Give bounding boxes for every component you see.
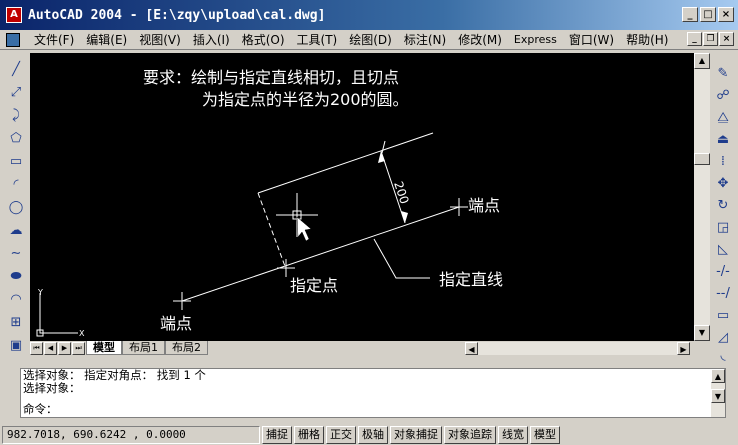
- grid-toggle[interactable]: 栅格: [294, 425, 324, 444]
- endpoint-top-label: 端点: [468, 196, 500, 215]
- window-title: AutoCAD 2004 - [E:\zqy\upload\cal.dwg]: [28, 7, 326, 23]
- doc-restore-button[interactable]: ❐: [703, 32, 718, 46]
- ucs-x-label: X: [79, 329, 85, 338]
- menu-modify[interactable]: 修改(M): [452, 30, 508, 50]
- autocad-app-icon[interactable]: A: [6, 7, 22, 23]
- make-block-icon[interactable]: ▣: [5, 336, 27, 356]
- rectangle-icon[interactable]: ▭: [5, 152, 27, 172]
- stretch-icon[interactable]: ◺: [712, 240, 734, 260]
- break-icon[interactable]: ▭: [712, 306, 734, 326]
- model-toggle[interactable]: 模型: [530, 425, 560, 444]
- command-window[interactable]: 选择对象： 指定对角点： 找到 1 个 选择对象： 命令： ▲ ▼: [20, 368, 726, 418]
- coordinate-readout[interactable]: 982.7018, 690.6242 , 0.0000: [2, 425, 260, 444]
- horizontal-scrollbar[interactable]: ◀ ▶: [465, 342, 690, 355]
- dimension-arrow-bottom: [401, 211, 408, 223]
- circle-icon[interactable]: ◯: [5, 198, 27, 218]
- tab-next-arrow-icon[interactable]: ▶: [58, 341, 71, 355]
- otrack-toggle[interactable]: 对象追踪: [444, 425, 496, 444]
- menu-tools[interactable]: 工具(T): [291, 30, 344, 50]
- menu-dimension[interactable]: 标注(N): [398, 30, 452, 50]
- polyline-icon[interactable]: ⤸: [5, 106, 27, 126]
- osnap-toggle[interactable]: 对象捕捉: [390, 425, 442, 444]
- menu-edit[interactable]: 编辑(E): [80, 30, 133, 50]
- chamfer-icon[interactable]: ◿: [712, 328, 734, 348]
- menu-file[interactable]: 文件(F): [28, 30, 80, 50]
- requirement-text-line2: 为指定点的半径为200的圆。: [202, 90, 409, 109]
- document-icon[interactable]: [6, 32, 20, 47]
- ellipse-icon[interactable]: ⬬: [5, 267, 27, 287]
- menu-bar: 文件(F) 编辑(E) 视图(V) 插入(I) 格式(O) 工具(T) 绘图(D…: [0, 30, 738, 50]
- tab-first-arrow-icon[interactable]: ⏮: [30, 341, 43, 355]
- trim-icon[interactable]: -/-: [712, 262, 734, 282]
- draw-toolbar: ╱ ⤢ ⤸ ⬠ ▭ ◜ ◯ ☁ ∼ ⬬ ◠ ⊞ ▣: [2, 56, 30, 356]
- tab-layout1[interactable]: 布局1: [122, 341, 165, 355]
- fillet-icon[interactable]: ◟: [712, 346, 734, 366]
- scale-icon[interactable]: ◲: [712, 218, 734, 238]
- move-icon[interactable]: ✥: [712, 174, 734, 194]
- ucs-icon: [39, 293, 78, 334]
- command-input[interactable]: 命令：: [21, 402, 641, 416]
- erase-icon[interactable]: ✎: [712, 64, 734, 84]
- offset-icon[interactable]: ⏏: [712, 130, 734, 150]
- leader-line: [373, 238, 430, 279]
- title-bar: A AutoCAD 2004 - [E:\zqy\upload\cal.dwg]…: [0, 0, 738, 30]
- revision-cloud-icon[interactable]: ☁: [5, 221, 27, 241]
- tab-prev-arrow-icon[interactable]: ◀: [44, 341, 57, 355]
- construction-line-icon[interactable]: ⤢: [5, 83, 27, 103]
- menu-view[interactable]: 视图(V): [133, 30, 187, 50]
- specified-point-label: 指定点: [290, 276, 338, 295]
- menu-format[interactable]: 格式(O): [236, 30, 291, 50]
- menu-insert[interactable]: 插入(I): [187, 30, 236, 50]
- menu-draw[interactable]: 绘图(D): [343, 30, 398, 50]
- menu-window[interactable]: 窗口(W): [563, 30, 620, 50]
- polygon-icon[interactable]: ⬠: [5, 129, 27, 149]
- copy-icon[interactable]: ☍: [712, 86, 734, 106]
- dimension-label: 200: [391, 180, 411, 206]
- status-bar: 982.7018, 690.6242 , 0.0000 捕捉 栅格 正交 极轴 …: [0, 424, 738, 445]
- command-scrollbar[interactable]: ▲ ▼: [711, 369, 725, 417]
- endpoint-bottom-label: 端点: [160, 314, 192, 333]
- extend-icon[interactable]: --/: [712, 284, 734, 304]
- ucs-y-label: Y: [37, 288, 43, 297]
- arc-icon[interactable]: ◜: [5, 175, 27, 195]
- mirror-icon[interactable]: ⧋: [712, 108, 734, 128]
- close-button[interactable]: ×: [718, 7, 734, 22]
- doc-minimize-button[interactable]: _: [687, 32, 702, 46]
- ortho-toggle[interactable]: 正交: [326, 425, 356, 444]
- command-history-line2: 选择对象：: [23, 381, 81, 395]
- window-controls: _ □ ×: [682, 7, 734, 22]
- spline-icon[interactable]: ∼: [5, 244, 27, 264]
- mouse-pointer-icon: [296, 216, 312, 242]
- specified-line-label: 指定直线: [439, 270, 503, 289]
- tab-layout2[interactable]: 布局2: [165, 341, 208, 355]
- dimension-ext-top: [381, 140, 386, 154]
- menu-express[interactable]: Express: [508, 30, 563, 50]
- insert-block-icon[interactable]: ⊞: [5, 313, 27, 333]
- line-icon[interactable]: ╱: [5, 60, 27, 80]
- polar-toggle[interactable]: 极轴: [358, 425, 388, 444]
- document-controls: _ ❐ ×: [687, 32, 734, 46]
- drawing-area[interactable]: 要求：绘制与指定直线相切，且切点 为指定点的半径为200的圆。 200 指定直线…: [30, 53, 694, 341]
- scroll-right-arrow-icon[interactable]: ▶: [677, 342, 690, 355]
- lineweight-toggle[interactable]: 线宽: [498, 425, 528, 444]
- rotate-icon[interactable]: ↻: [712, 196, 734, 216]
- ellipse-arc-icon[interactable]: ◠: [5, 290, 27, 310]
- command-history-line1: 选择对象： 指定对角点： 找到 1 个: [23, 368, 206, 382]
- modify-toolbar: ✎ ☍ ⧋ ⏏ ⁞ ✥ ↻ ◲ ◺ -/- --/ ▭ ◿ ◟: [708, 56, 738, 363]
- minimize-button[interactable]: _: [682, 7, 698, 22]
- scroll-left-arrow-icon[interactable]: ◀: [465, 342, 478, 355]
- construction-line-left: [257, 192, 287, 270]
- tab-model[interactable]: 模型: [86, 341, 122, 355]
- snap-toggle[interactable]: 捕捉: [262, 425, 292, 444]
- menu-help[interactable]: 帮助(H): [620, 30, 674, 50]
- doc-close-button[interactable]: ×: [719, 32, 734, 46]
- requirement-text-line1: 要求：绘制与指定直线相切，且切点: [143, 68, 399, 87]
- command-scroll-down-icon[interactable]: ▼: [711, 389, 725, 403]
- maximize-button[interactable]: □: [700, 7, 716, 22]
- tab-last-arrow-icon[interactable]: ⏭: [72, 341, 85, 355]
- dimension-arrow-top: [378, 151, 385, 163]
- command-scroll-up-icon[interactable]: ▲: [711, 369, 725, 383]
- array-icon[interactable]: ⁞: [712, 152, 734, 172]
